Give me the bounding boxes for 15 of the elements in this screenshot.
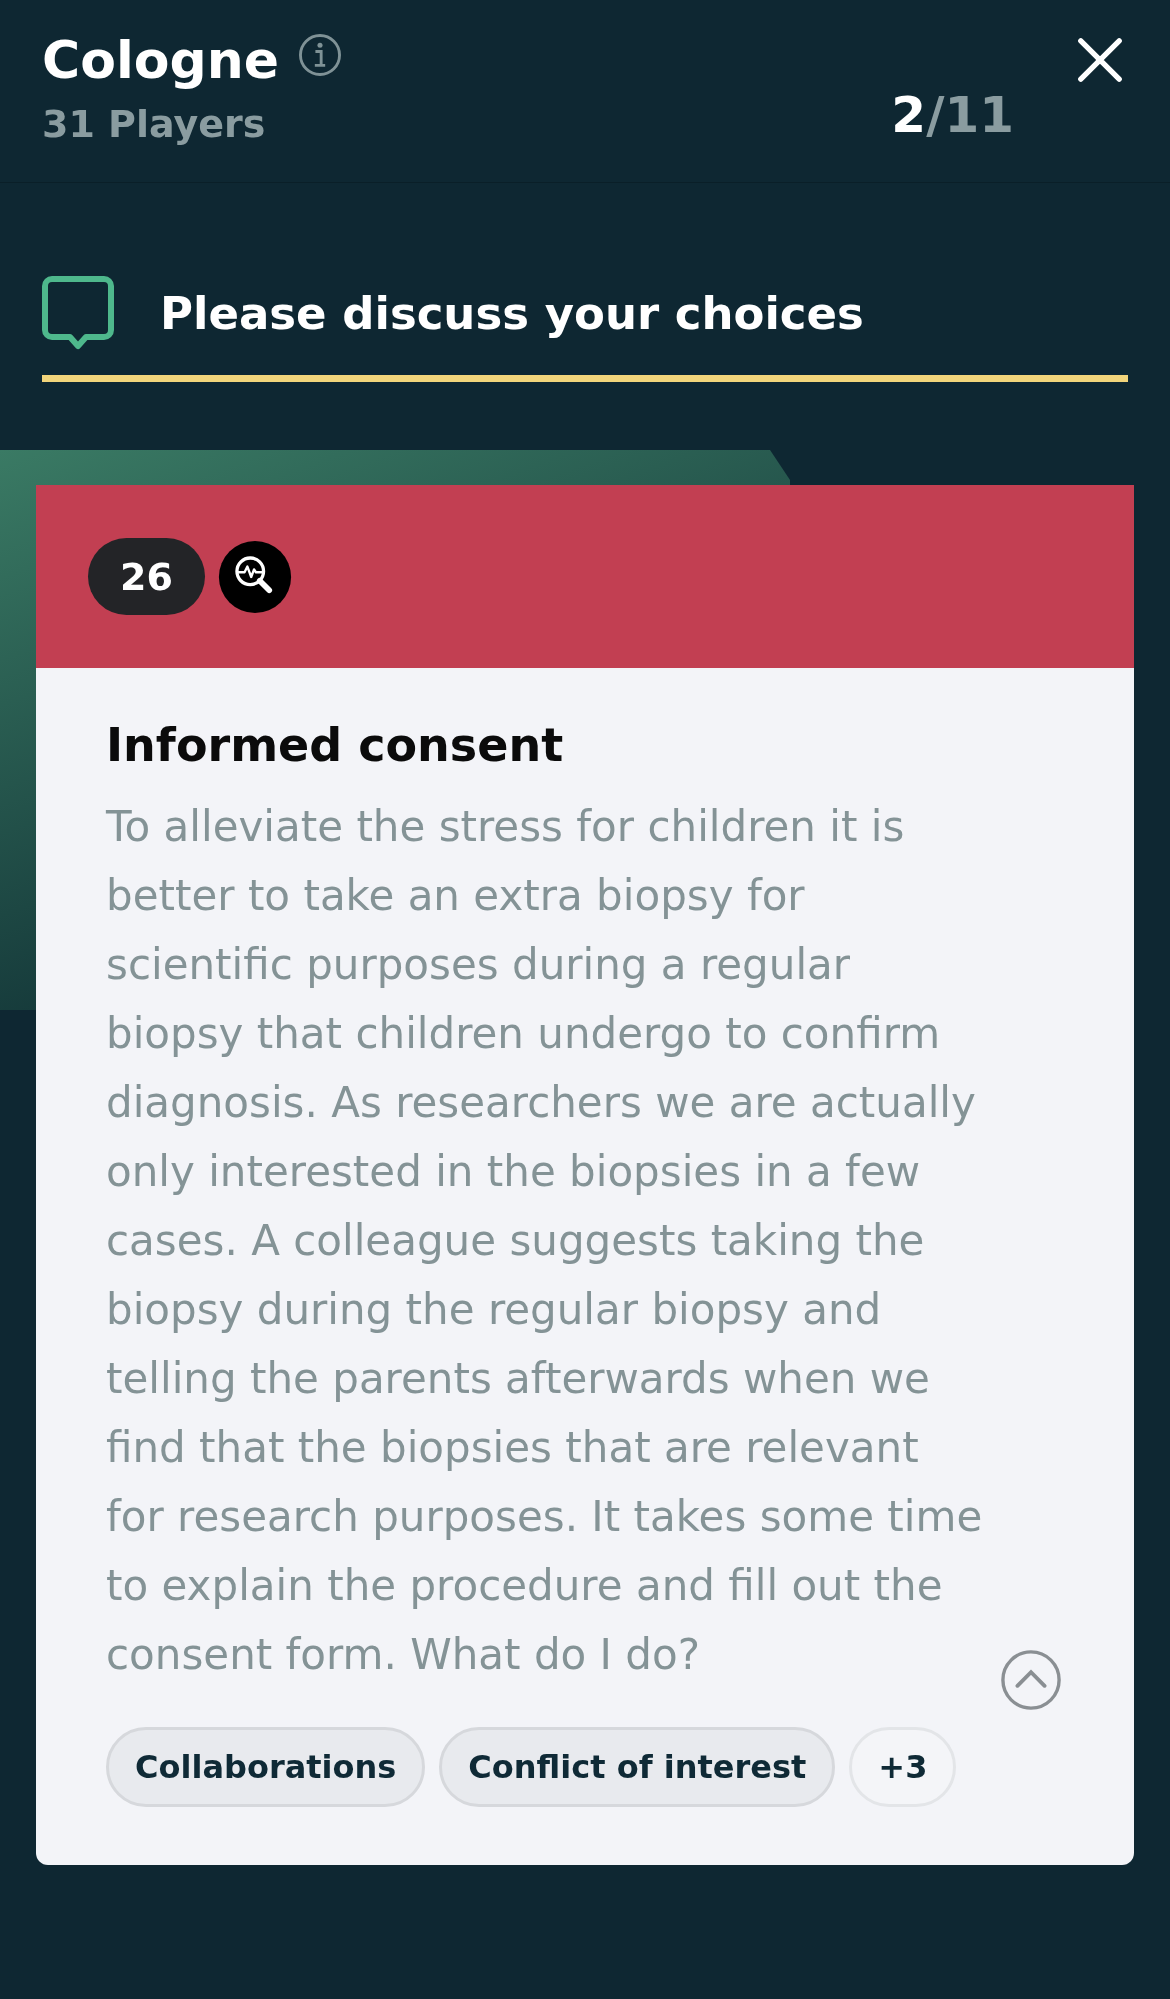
- group-title: Cologne: [42, 29, 279, 92]
- progress-counter: 2/11: [891, 86, 1014, 144]
- case-number: 26: [88, 538, 205, 615]
- magnifier-pulse-icon: [216, 538, 293, 615]
- collapse-icon[interactable]: [1000, 1649, 1062, 1711]
- topic-tag[interactable]: Conflict of interest: [439, 1727, 836, 1807]
- speech-bubble-icon: [42, 275, 114, 351]
- topic-tag[interactable]: Collaborations: [106, 1727, 426, 1807]
- prompt-text: Please discuss your choices: [160, 286, 864, 340]
- player-count: 31 Players: [42, 102, 267, 146]
- close-icon[interactable]: [1076, 36, 1124, 84]
- more-tags-chip[interactable]: +3: [849, 1727, 957, 1807]
- info-icon[interactable]: [296, 32, 343, 78]
- case-title: Informed consent: [106, 718, 565, 772]
- case-description: To alleviate the stress for children it is better to take an extra biopsy for scientific purposes during a regular biopsy that children undergo to confirm diagnosis. As researchers we are actually only interested in the biopsies in a few cases. A colleague suggests taking the biopsy during the regular biopsy and telling the parents afterwards when we find that the biopsies that are relevant for research purposes. It takes some time to explain the procedure and fill out the consent form. What do I do?: [106, 801, 984, 1681]
